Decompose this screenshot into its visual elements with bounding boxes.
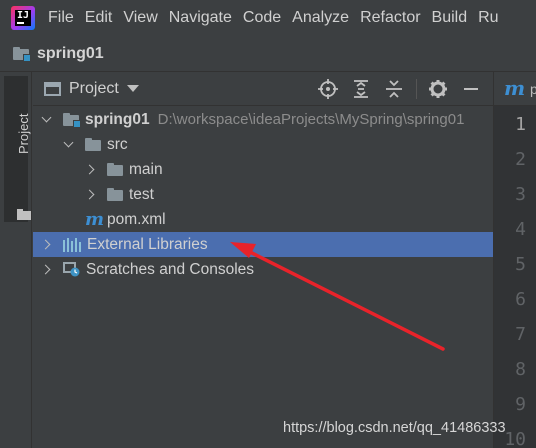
tree-row-scratches[interactable]: Scratches and Consoles: [33, 257, 493, 282]
menu-view[interactable]: View: [123, 9, 157, 27]
tree-row-pom[interactable]: m pom.xml: [33, 207, 493, 232]
tree-row-external-libraries[interactable]: External Libraries: [33, 232, 493, 257]
menu-navigate[interactable]: Navigate: [169, 9, 232, 27]
project-panel: Project spring01 D:\workspace\ideaProjec…: [33, 72, 493, 448]
maven-icon: m: [85, 208, 105, 230]
menu-code[interactable]: Code: [243, 9, 281, 27]
scratches-icon: [63, 262, 80, 277]
toolbar-divider: [416, 79, 417, 99]
module-folder-icon: [63, 113, 81, 128]
locate-icon[interactable]: [317, 78, 339, 100]
left-tool-strip: Project: [0, 72, 32, 448]
module-folder-icon: [13, 47, 31, 62]
line-number: 6: [515, 289, 526, 310]
tree-label-src: src: [107, 135, 128, 153]
chevron-down-icon[interactable]: [126, 85, 139, 92]
chevron-right-icon[interactable]: [39, 237, 55, 253]
tree-label-pom: pom.xml: [107, 210, 166, 228]
tree-label-external-libraries: External Libraries: [87, 235, 208, 253]
gear-icon[interactable]: [427, 78, 449, 100]
expand-all-icon[interactable]: [350, 78, 372, 100]
panel-title[interactable]: Project: [69, 80, 119, 98]
line-number: 8: [515, 359, 526, 380]
menu-run[interactable]: Ru: [478, 9, 498, 27]
intellij-logo-icon: IJ: [11, 6, 35, 30]
watermark-text: https://blog.csdn.net/qq_41486333: [283, 420, 506, 436]
project-tree: spring01 D:\workspace\ideaProjects\MySpr…: [33, 107, 493, 282]
folder-icon: [85, 138, 101, 151]
line-number: 1: [515, 114, 526, 135]
menu-file[interactable]: File: [48, 9, 74, 27]
folder-icon: [107, 188, 123, 201]
chevron-down-icon[interactable]: [39, 112, 55, 128]
chevron-right-icon[interactable]: [39, 262, 55, 278]
module-path: D:\workspace\ideaProjects\MySpring\sprin…: [157, 111, 465, 128]
line-number: 9: [515, 394, 526, 415]
line-number: 7: [515, 324, 526, 345]
maven-icon: m: [504, 76, 526, 100]
tree-label-module: spring01: [85, 110, 150, 128]
tree-label-test: test: [129, 185, 154, 203]
tree-row-test[interactable]: test: [33, 182, 493, 207]
editor-tab-label: p: [530, 81, 536, 97]
menu-build[interactable]: Build: [432, 9, 468, 27]
tree-label-scratches: Scratches and Consoles: [86, 260, 255, 278]
chevron-right-icon[interactable]: [83, 187, 99, 203]
menu-analyze[interactable]: Analyze: [292, 9, 349, 27]
editor-tab-pom[interactable]: m p: [494, 72, 536, 106]
ide-window: IJ File Edit View Navigate Code Analyze …: [0, 0, 536, 448]
chevron-down-icon[interactable]: [61, 137, 77, 153]
line-number: 4: [515, 219, 526, 240]
editor-area: m p 1 2 3 4 5 6 7 8 9 10: [493, 72, 536, 448]
project-view-icon: [44, 81, 61, 96]
chevron-right-icon[interactable]: [83, 162, 99, 178]
breadcrumb-project[interactable]: spring01: [37, 45, 104, 63]
tree-row-spring01[interactable]: spring01 D:\workspace\ideaProjects\MySpr…: [33, 107, 493, 132]
line-number: 5: [515, 254, 526, 275]
project-panel-header: Project: [33, 72, 493, 106]
menu-bar: IJ File Edit View Navigate Code Analyze …: [0, 0, 536, 36]
menu-edit[interactable]: Edit: [85, 9, 113, 27]
folder-icon: [107, 163, 123, 176]
hide-icon[interactable]: [460, 78, 482, 100]
navigation-bar: spring01: [0, 36, 536, 72]
tree-row-src[interactable]: src: [33, 132, 493, 157]
line-number-gutter: 1 2 3 4 5 6 7 8 9 10: [494, 106, 536, 448]
line-number: 2: [515, 149, 526, 170]
project-tool-tab-label: Project: [16, 113, 31, 154]
collapse-all-icon[interactable]: [383, 78, 405, 100]
folder-icon: [17, 209, 31, 220]
tree-label-main: main: [129, 160, 163, 178]
library-icon: [63, 237, 81, 252]
project-tool-tab[interactable]: Project: [4, 76, 31, 222]
line-number: 3: [515, 184, 526, 205]
tree-row-main[interactable]: main: [33, 157, 493, 182]
menu-refactor[interactable]: Refactor: [360, 9, 420, 27]
